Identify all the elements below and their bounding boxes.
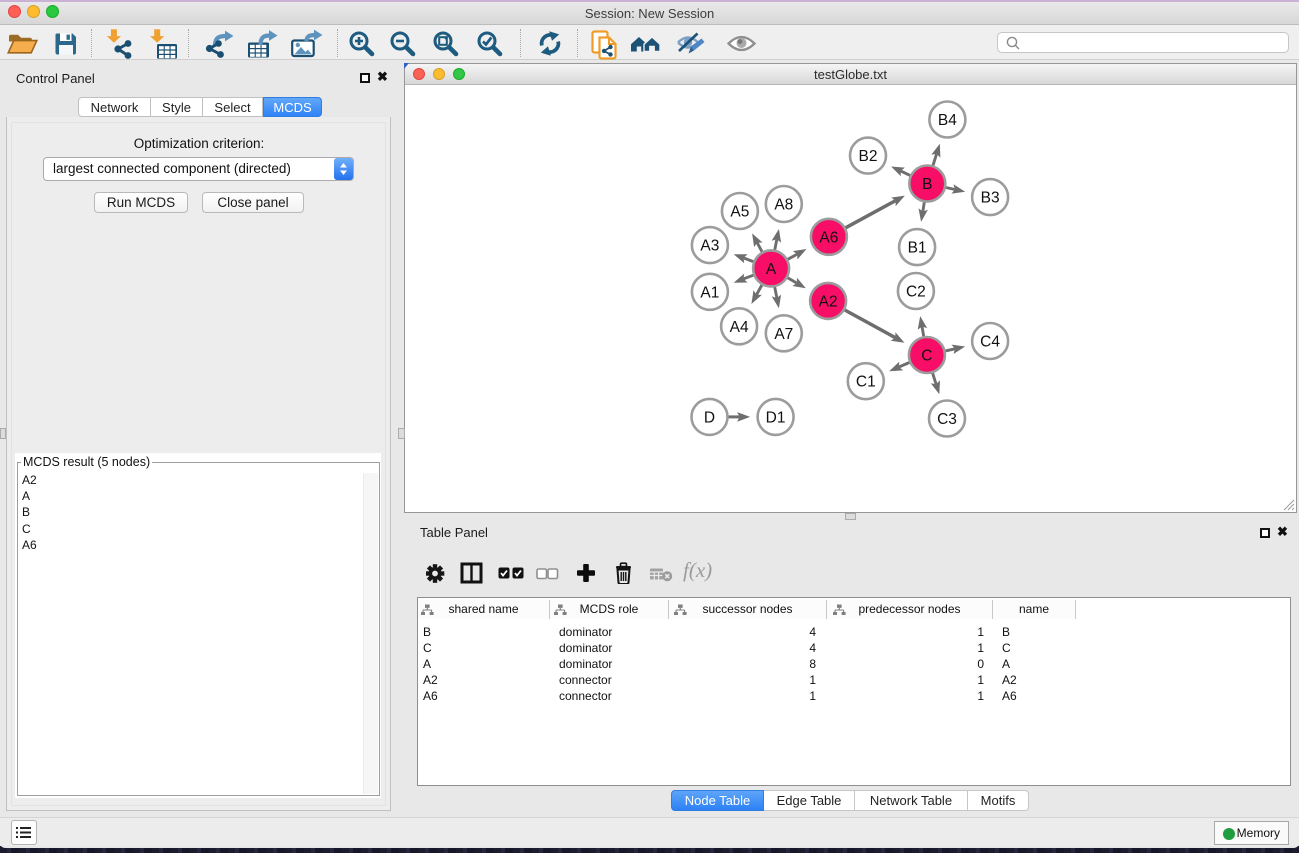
svg-text:A8: A8 <box>774 197 793 214</box>
svg-text:A4: A4 <box>730 319 749 336</box>
svg-text:C1: C1 <box>856 374 876 391</box>
svg-text:C: C <box>921 348 932 365</box>
svg-text:C4: C4 <box>980 334 1000 351</box>
svg-text:B2: B2 <box>859 148 878 165</box>
svg-text:B1: B1 <box>908 240 927 257</box>
svg-text:C3: C3 <box>937 411 957 428</box>
svg-text:C2: C2 <box>906 284 926 301</box>
svg-text:A7: A7 <box>774 326 793 343</box>
svg-text:D: D <box>704 409 715 426</box>
svg-text:B: B <box>922 176 932 193</box>
svg-text:D1: D1 <box>766 409 786 426</box>
svg-text:A1: A1 <box>700 284 719 301</box>
svg-text:A3: A3 <box>700 238 719 255</box>
svg-text:A6: A6 <box>819 229 838 246</box>
svg-text:A2: A2 <box>819 293 838 310</box>
svg-text:A: A <box>766 261 777 278</box>
svg-text:B4: B4 <box>938 112 957 129</box>
svg-text:B3: B3 <box>981 190 1000 207</box>
svg-text:A5: A5 <box>730 204 749 221</box>
